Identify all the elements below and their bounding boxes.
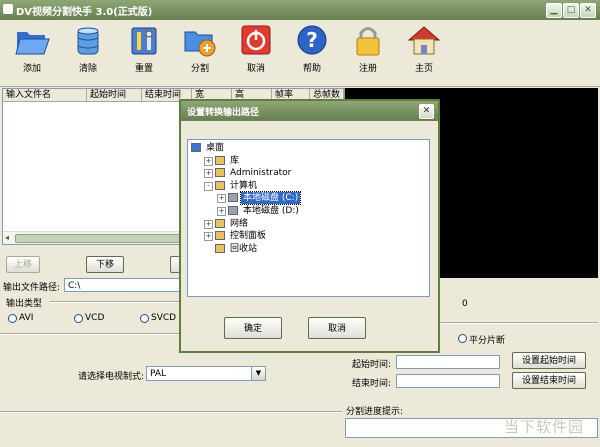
expand-plus-icon[interactable]: + <box>204 169 213 179</box>
move-down-button[interactable]: 下移 <box>86 256 124 273</box>
homepage-button[interactable]: 主页 <box>396 24 452 82</box>
folder-tree[interactable]: 桌面 + 库 + Administrator - 计算机 + 本地磁盘 (C:) + 本地磁盘 (D… <box>187 139 430 297</box>
maximize-button[interactable]: □ <box>563 3 579 18</box>
tree-item-label: 回收站 <box>230 243 258 254</box>
drive-icon <box>228 206 238 215</box>
expand-plus-icon[interactable]: + <box>204 156 213 166</box>
title-bar: DV视频分割快手 3.0(正式版) ▁ □ ✕ <box>0 0 600 20</box>
start-time-label: 起始时间: <box>352 360 392 370</box>
bottom-divider <box>0 411 342 413</box>
folder-icon <box>215 168 225 178</box>
expand-plus-icon[interactable]: + <box>217 207 226 216</box>
output-path-dialog: 设置转换输出路径 ✕ 桌面 + 库 + Administrator - 计算机 + 本地磁盘 (… <box>179 99 440 353</box>
tree-item-label: 库 <box>230 155 240 166</box>
chevron-down-icon[interactable]: ▼ <box>251 367 265 380</box>
reset-button[interactable]: 重置 <box>116 24 172 82</box>
end-time-field[interactable] <box>396 374 500 388</box>
folder-icon <box>215 218 225 228</box>
folder-icon <box>215 155 225 165</box>
tree-item-label: 计算机 <box>230 180 258 191</box>
dialog-close-button[interactable]: ✕ <box>419 104 434 119</box>
progress-label: 分割进度提示: <box>346 407 404 417</box>
add-button[interactable]: 添加 <box>4 24 60 82</box>
home-icon <box>407 26 441 55</box>
output-type-label: 输出类型 <box>6 299 43 309</box>
clear-button[interactable]: 清除 <box>60 24 116 82</box>
tree-item-label: 本地磁盘 (C:) <box>239 191 302 206</box>
folder-icon <box>215 231 225 241</box>
expand-plus-icon[interactable]: + <box>204 232 213 242</box>
toolbar: 添加 清除 重置 分割 取消 ? 帮助 注册 主页 <box>0 20 600 87</box>
tree-item-label: Administrator <box>230 168 292 179</box>
desktop-icon <box>191 143 201 152</box>
radio-svcd-label: SVCD <box>151 313 177 323</box>
radio-even-split[interactable] <box>458 334 467 343</box>
radio-svcd[interactable] <box>140 314 149 323</box>
output-path-label: 输出文件路径: <box>3 283 61 293</box>
col-start-time[interactable]: 起始时间 <box>87 89 142 102</box>
set-start-time-button[interactable]: 设置起始时间 <box>512 352 586 369</box>
dialog-cancel-button[interactable]: 取消 <box>308 317 366 339</box>
even-split-label: 平分片断 <box>469 336 506 346</box>
tree-item-label: 网络 <box>230 218 249 229</box>
radio-avi[interactable] <box>8 314 17 323</box>
radio-avi-label: AVI <box>19 313 34 323</box>
database-icon <box>77 27 99 55</box>
scroll-left-arrow-icon[interactable]: ◂ <box>5 233 9 242</box>
end-time-label: 结束时间: <box>352 379 392 389</box>
segment-count: 0 <box>462 299 468 309</box>
help-button[interactable]: ? 帮助 <box>284 24 340 82</box>
collapse-minus-icon[interactable]: - <box>204 181 213 191</box>
cancel-button[interactable]: 取消 <box>228 24 284 82</box>
minimize-button[interactable]: ▁ <box>546 3 562 18</box>
radio-vcd[interactable] <box>74 314 83 323</box>
folder-open-icon <box>15 32 50 55</box>
output-path-field[interactable]: C:\ <box>64 278 180 292</box>
app-icon <box>3 4 13 14</box>
col-input-filename[interactable]: 输入文件名 <box>3 89 87 102</box>
dialog-title: 设置转换输出路径 <box>187 108 260 118</box>
output-type-divider <box>50 301 180 303</box>
lock-icon <box>356 27 380 56</box>
ok-button[interactable]: 确定 <box>224 317 282 339</box>
section-divider <box>0 333 180 335</box>
svg-text:?: ? <box>306 28 318 52</box>
tree-item-label: 桌面 <box>206 143 225 153</box>
register-button[interactable]: 注册 <box>340 24 396 82</box>
dialog-title-bar: 设置转换输出路径 ✕ <box>181 101 438 121</box>
watermark: 当下软件园 <box>503 418 584 436</box>
close-button[interactable]: ✕ <box>580 3 596 18</box>
tree-item-label: 本地磁盘 (D:) <box>243 206 299 216</box>
expand-plus-icon[interactable]: + <box>204 219 213 229</box>
drive-icon <box>228 193 238 203</box>
tv-system-label: 请选择电视制式: <box>78 372 145 382</box>
tv-system-value: PAL <box>150 369 167 379</box>
tv-system-select[interactable]: PAL ▼ <box>146 366 266 381</box>
radio-vcd-label: VCD <box>85 313 105 323</box>
split-button[interactable]: 分割 <box>172 24 228 82</box>
help-icon: ? <box>297 25 327 55</box>
tree-item-label: 控制面板 <box>230 231 267 242</box>
start-time-field[interactable] <box>396 355 500 369</box>
split-folder-icon <box>184 31 216 57</box>
folder-icon <box>215 243 225 253</box>
folder-icon <box>215 180 225 190</box>
expand-plus-icon[interactable]: + <box>217 194 226 204</box>
tools-icon <box>131 27 157 55</box>
move-up-button[interactable]: 上移 <box>6 256 40 273</box>
set-end-time-button[interactable]: 设置结束时间 <box>512 372 586 389</box>
power-stop-icon <box>241 25 271 55</box>
window-title: DV视频分割快手 3.0(正式版) <box>16 7 153 18</box>
